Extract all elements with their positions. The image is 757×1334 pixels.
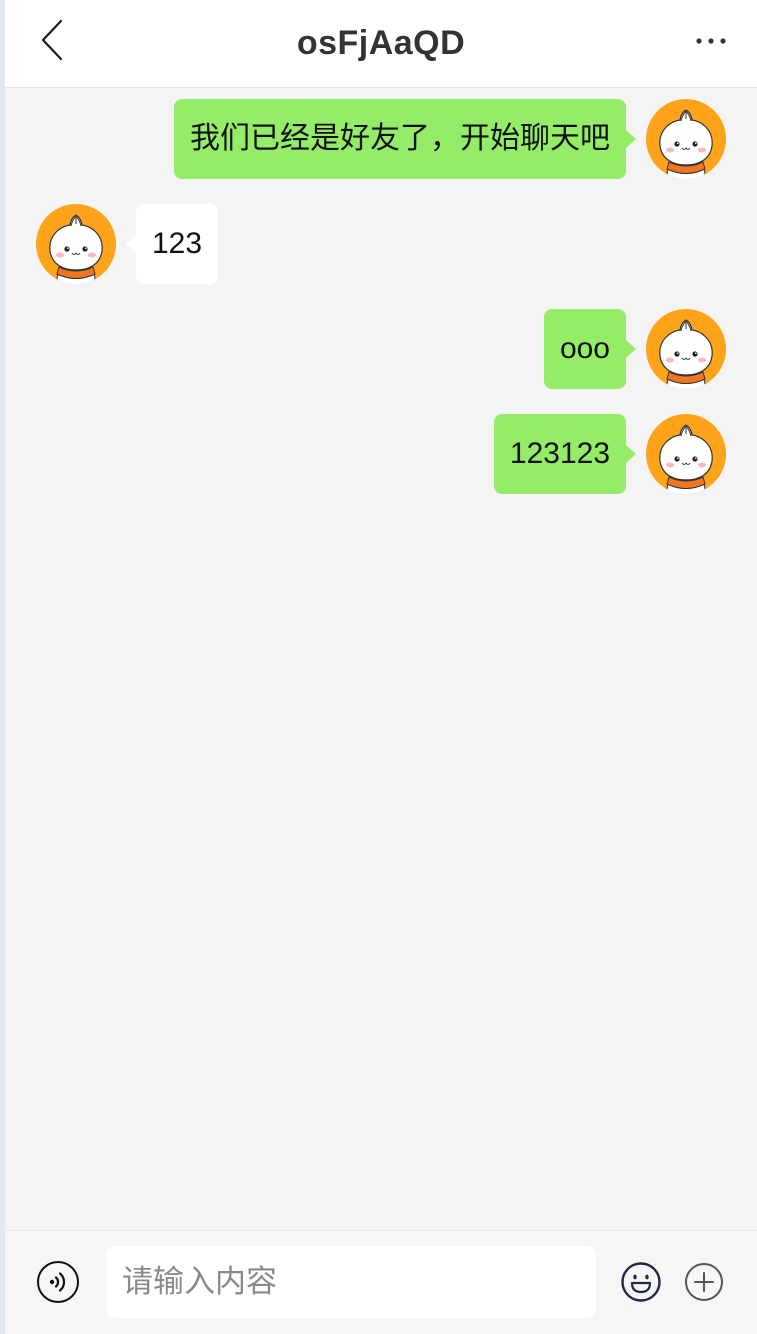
voice-button[interactable] (36, 1260, 80, 1304)
message-row: ooo (5, 309, 757, 389)
steamed-bun-avatar-icon (659, 109, 713, 179)
header-bar: osFjAaQD (5, 0, 757, 88)
more-button[interactable] (685, 24, 737, 58)
message-list[interactable]: 我们已经是好友了，开始聊天吧 123 ooo 123123 (5, 88, 757, 1231)
input-bar (5, 1230, 757, 1334)
steamed-bun-avatar-icon (659, 319, 713, 389)
message-row: 123123 (5, 414, 757, 494)
chat-screen: osFjAaQD 我们已经是好友了，开始聊天吧 123 ooo 123123 请… (0, 0, 757, 1334)
message-input[interactable] (106, 1246, 596, 1318)
message-bubble[interactable]: 123 (125, 204, 219, 284)
steamed-bun-avatar-icon (659, 424, 713, 494)
plus-icon (685, 1263, 723, 1301)
message-bubble[interactable]: 我们已经是好友了，开始聊天吧 (174, 99, 636, 179)
chat-app: osFjAaQD 我们已经是好友了，开始聊天吧 123 ooo 123123 请… (5, 0, 757, 1334)
page-title: osFjAaQD (296, 24, 466, 62)
message-bubble[interactable]: 123123 (493, 414, 637, 494)
emoji-icon (621, 1262, 661, 1302)
message-row: 我们已经是好友了，开始聊天吧 (5, 99, 757, 179)
message-row: 123 (5, 204, 757, 284)
steamed-bun-avatar-icon (49, 214, 103, 284)
self-avatar[interactable] (646, 414, 726, 494)
more-dots-icon (696, 38, 726, 44)
emoji-button[interactable] (620, 1261, 662, 1303)
voice-icon (37, 1261, 79, 1303)
contact-avatar[interactable] (36, 204, 116, 284)
message-bubble[interactable]: ooo (543, 309, 637, 389)
self-avatar[interactable] (646, 309, 726, 389)
plus-button[interactable] (684, 1262, 724, 1302)
self-avatar[interactable] (646, 99, 726, 179)
